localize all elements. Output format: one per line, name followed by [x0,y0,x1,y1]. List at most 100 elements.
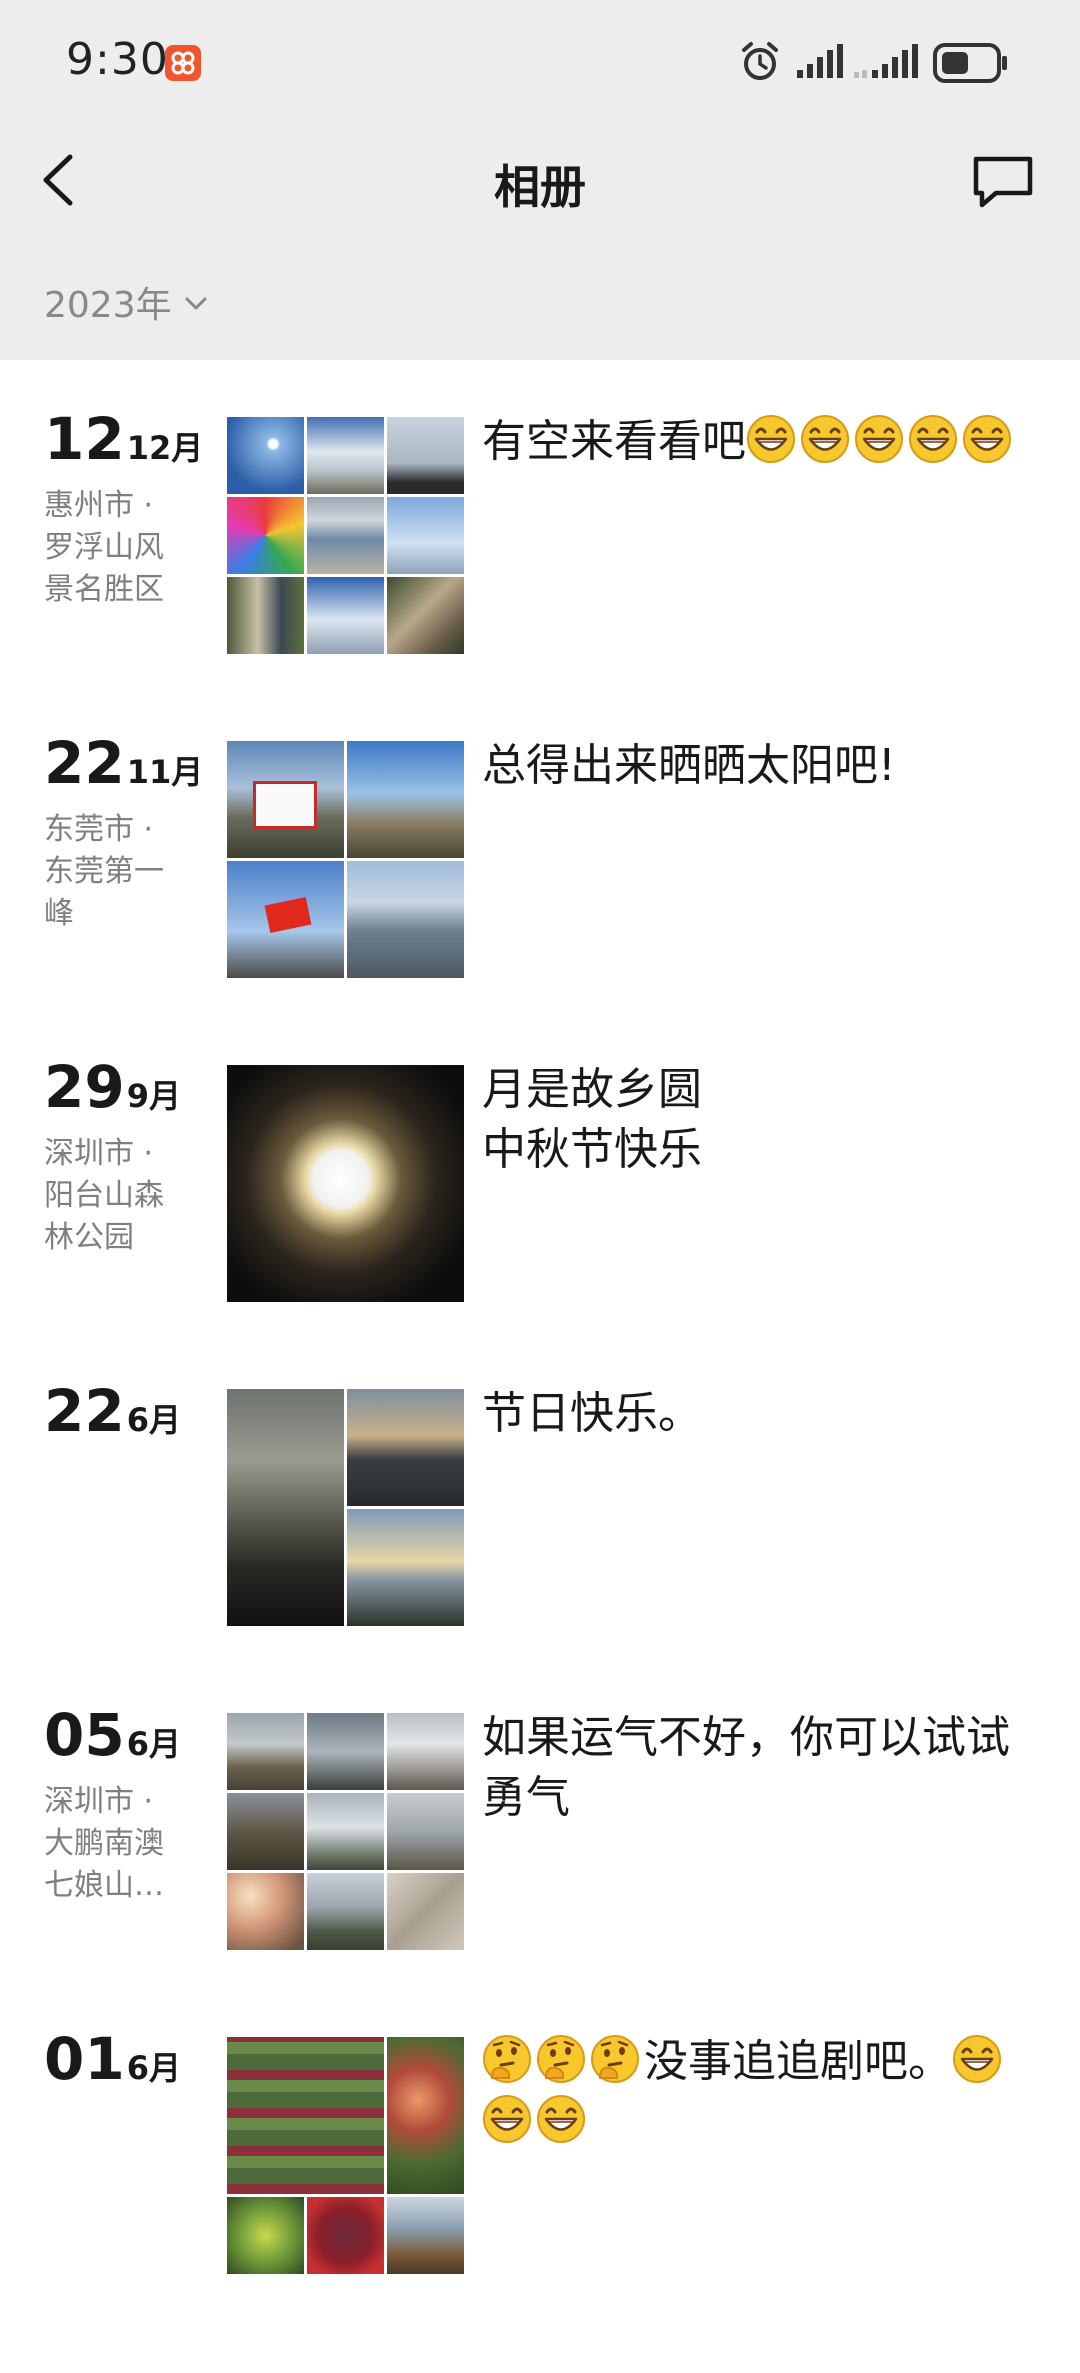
photo-thumbnail [227,497,304,574]
entry-month: 6月 [126,1725,181,1763]
entry-day: 22 [44,729,125,797]
grinning-face-emoji [482,2094,532,2144]
photo-thumbnail [387,2037,464,2194]
message-button[interactable] [970,153,1036,211]
entry-location: 东莞市 · 东莞第一峰 [44,812,164,931]
caption-text: 节日快乐。 [482,1388,702,1439]
photo-thumbnail [347,861,464,978]
photo-thumbnail [307,2197,384,2274]
grinning-face-emoji [536,2094,586,2144]
grinning-face-emoji [746,414,796,464]
caption-text: 有空来看看吧 [482,416,746,467]
photo-thumbnail [227,2037,384,2194]
photo-thumbnail [227,1873,304,1950]
entry-month: 9月 [126,1077,181,1115]
entry-location: 深圳市 · 大鹏南澳七娘山… [44,1784,164,1903]
battery-icon [933,43,1007,83]
status-time: 9:30 [66,34,169,85]
signal-strength-icon [797,44,843,78]
entry-month: 6月 [126,1401,181,1439]
entry-day: 22 [44,1377,125,1445]
caption-line: 中秋节快乐 [482,1124,702,1175]
caption-text: 没事追追剧吧。 [644,2036,952,2087]
caption-text: 总得出来晒晒太阳吧! [482,740,896,791]
photo-thumbnail [227,1713,304,1790]
grinning-face-emoji [854,414,904,464]
photo-thumbnail [307,577,384,654]
entry-caption: 没事追追剧吧。 [482,2032,1042,2152]
album-entry[interactable]: 056月 深圳市 · 大鹏南澳七娘山… 如果运气不好，你可以试试勇气 [0,1656,1080,1956]
chat-bubble-icon [973,156,1033,208]
photo-grid[interactable] [227,417,464,654]
photo-thumbnail [227,577,304,654]
grinning-face-emoji [962,414,1012,464]
navigation-bar: 相册 [0,125,1080,235]
photo-thumbnail [387,577,464,654]
photo-thumbnail [307,1793,384,1870]
entry-caption: 月是故乡圆 中秋节快乐 [482,1060,1042,1180]
entry-date: 056月 深圳市 · 大鹏南澳七娘山… [44,1706,194,1907]
photo-grid[interactable] [227,741,464,978]
photo-thumbnail [347,1389,464,1506]
photo-thumbnail [307,497,384,574]
photo-thumbnail [307,1873,384,1950]
entry-date: 299月 深圳市 · 阳台山森林公园 [44,1058,194,1259]
album-entry[interactable]: 1212月 惠州市 · 罗浮山风景名胜区 有空来看看吧 [0,360,1080,660]
thinking-face-emoji [590,2034,640,2084]
chevron-down-icon [185,297,207,310]
photo-thumbnail [227,417,304,494]
photo-thumbnail [227,1793,304,1870]
photo-grid[interactable] [227,2037,464,2274]
photo-thumbnail [387,497,464,574]
photo-grid[interactable] [227,1389,464,1626]
album-entry[interactable]: 2211月 东莞市 · 东莞第一峰 总得出来晒晒太阳吧! [0,684,1080,984]
photo-thumbnail [227,861,344,978]
entry-day: 12 [44,405,125,473]
signal-strength-secondary-icon [854,44,918,78]
page-title: 相册 [494,160,586,214]
photo-thumbnail [387,1793,464,1870]
entry-caption: 总得出来晒晒太阳吧! [482,736,1042,796]
photo-grid[interactable] [227,1713,464,1950]
grinning-face-emoji [800,414,850,464]
thinking-face-emoji [536,2034,586,2084]
photo-grid[interactable] [227,1065,464,1302]
entry-date: 2211月 东莞市 · 东莞第一峰 [44,734,203,935]
entry-month: 6月 [126,2049,181,2087]
photo-thumbnail [387,2197,464,2274]
entry-month: 11月 [126,753,204,791]
entry-date: 016月 [44,2030,194,2089]
status-bar: 9:30 [0,0,1080,125]
grinning-face-emoji [952,2034,1002,2084]
photo-thumbnail [387,1873,464,1950]
photo-thumbnail [227,741,344,858]
photo-thumbnail [387,1713,464,1790]
entry-date: 226月 [44,1382,194,1441]
photo-thumbnail [387,417,464,494]
caption-line: 月是故乡圆 [482,1064,702,1115]
entry-day: 29 [44,1053,125,1121]
entry-date: 1212月 惠州市 · 罗浮山风景名胜区 [44,410,203,611]
photo-thumbnail [307,1713,384,1790]
entry-month: 12月 [126,429,204,467]
photo-thumbnail [347,741,464,858]
year-label: 2023年 [44,285,172,326]
entry-location: 惠州市 · 罗浮山风景名胜区 [44,488,164,607]
app-notification-icon [165,45,201,81]
caption-text: 如果运气不好，你可以试试勇气 [482,1712,1010,1823]
entry-caption: 节日快乐。 [482,1384,1042,1444]
year-filter-dropdown[interactable]: 2023年 [44,277,208,327]
entry-caption: 有空来看看吧 [482,412,1042,472]
photo-thumbnail [227,2197,304,2274]
alarm-icon [742,42,778,80]
entry-location: 深圳市 · 阳台山森林公园 [44,1136,164,1255]
entry-day: 05 [44,1701,125,1769]
thinking-face-emoji [482,2034,532,2084]
photo-thumbnail [347,1509,464,1626]
album-entry[interactable]: 226月 节日快乐。 [0,1332,1080,1632]
album-entry[interactable]: 016月 没事追追剧吧。 [0,1980,1080,2280]
entry-caption: 如果运气不好，你可以试试勇气 [482,1708,1042,1828]
album-entry[interactable]: 299月 深圳市 · 阳台山森林公园 月是故乡圆 中秋节快乐 [0,1008,1080,1308]
entry-day: 01 [44,2025,125,2093]
photo-thumbnail [307,417,384,494]
